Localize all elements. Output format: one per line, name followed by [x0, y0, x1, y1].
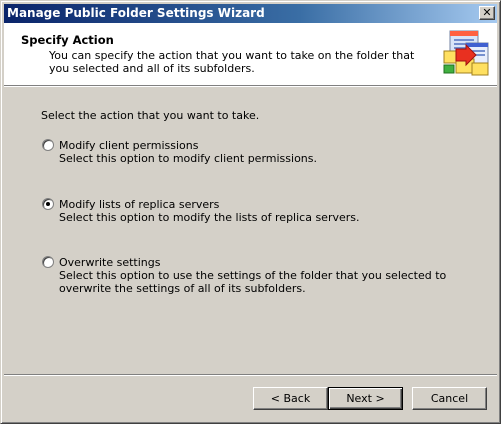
option-label[interactable]: Modify client permissions — [59, 139, 198, 152]
back-button[interactable]: < Back — [253, 387, 328, 410]
page-description: You can specify the action that you want… — [49, 49, 415, 75]
radio-overwrite-settings[interactable] — [42, 256, 54, 268]
option-description: Select this option to use the settings o… — [59, 269, 447, 295]
action-prompt: Select the action that you want to take. — [41, 109, 260, 122]
footer-separator — [4, 374, 497, 376]
title-bar[interactable]: Manage Public Folder Settings Wizard ✕ — [4, 4, 497, 23]
cancel-button[interactable]: Cancel — [412, 387, 487, 410]
header-separator — [4, 85, 497, 87]
wizard-header: Specify Action You can specify the actio… — [4, 23, 497, 85]
window-title: Manage Public Folder Settings Wizard — [7, 6, 265, 20]
close-button[interactable]: ✕ — [479, 6, 495, 20]
wizard-folders-icon — [443, 30, 489, 76]
option-label[interactable]: Overwrite settings — [59, 256, 160, 269]
radio-modify-replica-servers[interactable] — [42, 198, 54, 210]
close-icon: ✕ — [482, 6, 492, 19]
radio-selected-dot — [46, 202, 50, 206]
option-description: Select this option to modify client perm… — [59, 152, 317, 165]
next-button[interactable]: Next > — [328, 387, 403, 410]
option-label[interactable]: Modify lists of replica servers — [59, 198, 219, 211]
page-title: Specify Action — [21, 33, 114, 47]
radio-modify-client-permissions[interactable] — [42, 139, 54, 151]
wizard-window: Manage Public Folder Settings Wizard ✕ S… — [0, 0, 501, 424]
option-description: Select this option to modify the lists o… — [59, 211, 360, 224]
